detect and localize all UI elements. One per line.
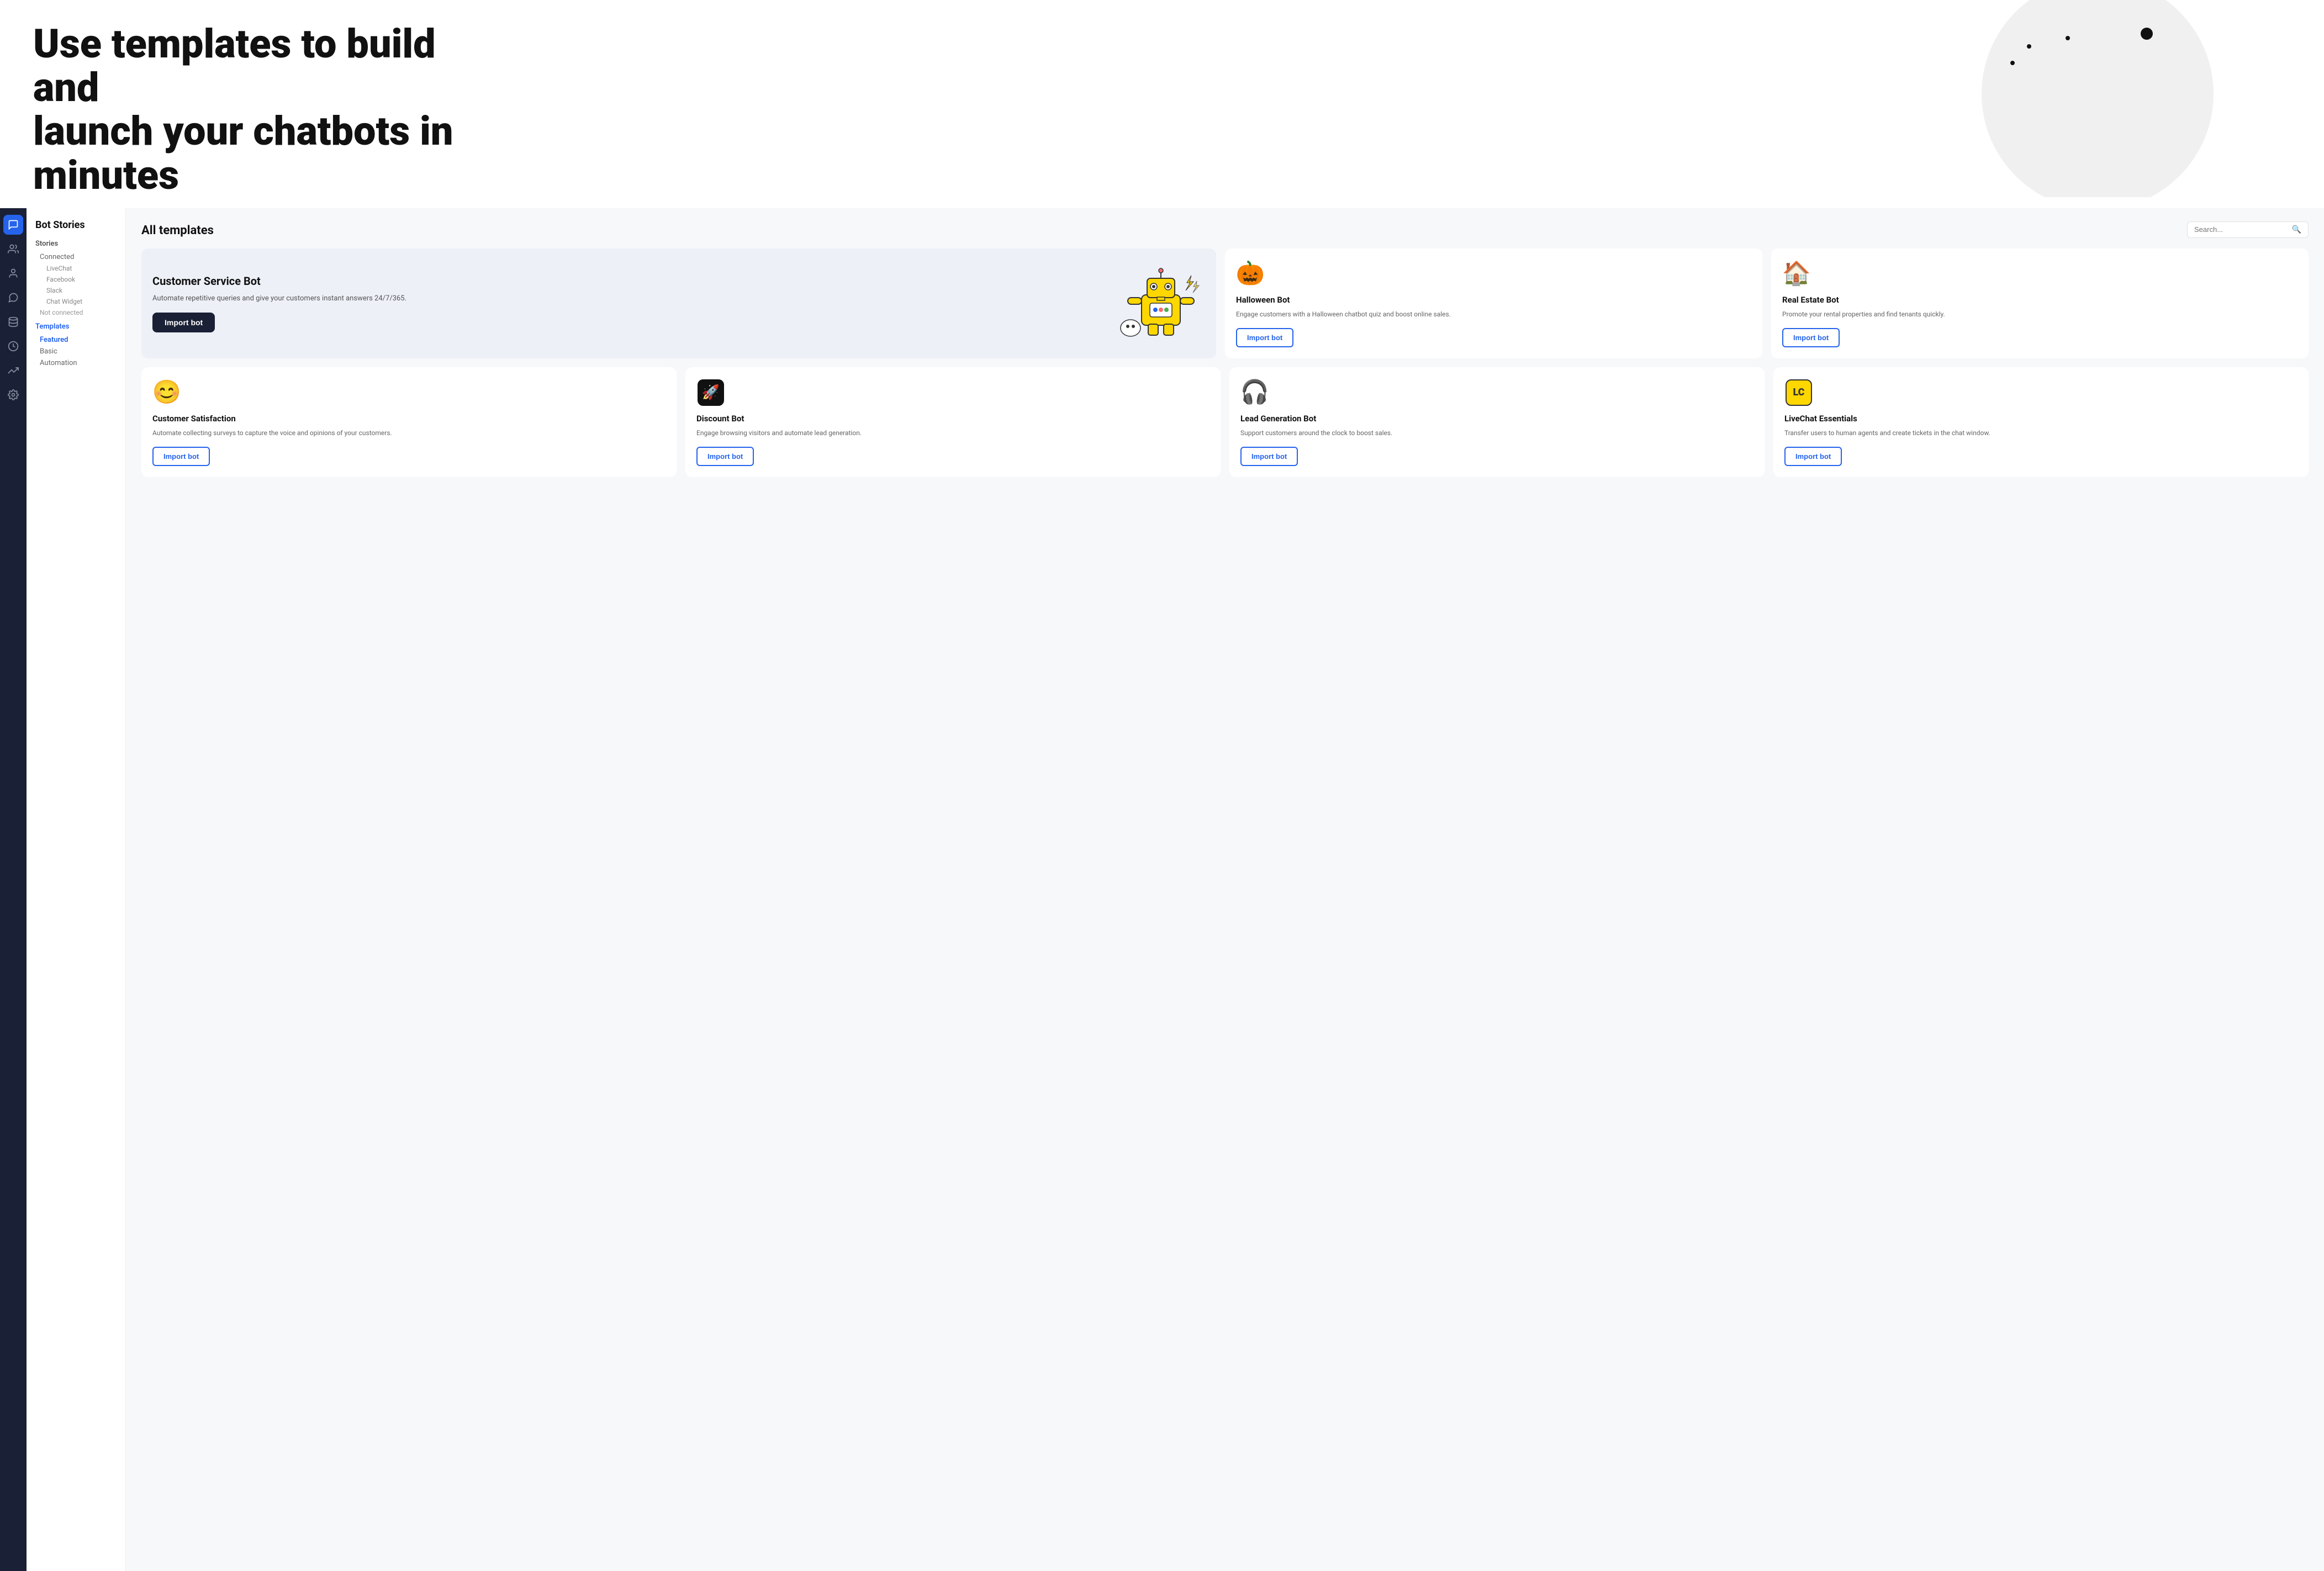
robot-svg [1119, 267, 1202, 339]
livechat-icon: LC [1784, 378, 1813, 407]
nav-settings[interactable] [3, 385, 23, 405]
hero-section: Use templates to build and launch your c… [0, 0, 2324, 197]
discount-import-button[interactable]: Import bot [696, 447, 754, 466]
discount-card: 🚀 Discount Bot Engage browsing visitors … [685, 367, 1221, 477]
satisfaction-import-button[interactable]: Import bot [152, 447, 210, 466]
nav-database[interactable] [3, 312, 23, 332]
menu-connected[interactable]: Connected [35, 251, 117, 263]
dot-decoration [2141, 28, 2153, 40]
menu-chat-widget[interactable]: Chat Widget [35, 296, 117, 307]
menu-facebook[interactable]: Facebook [35, 274, 117, 285]
realestate-icon: 🏠 [1782, 260, 1811, 288]
halloween-card: 🎃 Halloween Bot Engage customers with a … [1225, 248, 1762, 358]
featured-card-content: Customer Service Bot Automate repetitive… [152, 274, 1117, 333]
halloween-import-button[interactable]: Import bot [1236, 328, 1293, 347]
stories-section: Stories Connected LiveChat Facebook Slac… [27, 240, 125, 318]
search-input[interactable] [2194, 225, 2292, 234]
featured-import-button[interactable]: Import bot [152, 313, 215, 332]
halloween-icon: 🎃 [1236, 260, 1265, 288]
template-grid-row2: 😊 Customer Satisfaction Automate collect… [141, 367, 2309, 477]
leadgen-title: Lead Generation Bot [1240, 414, 1753, 424]
stories-label: Stories [35, 240, 117, 248]
menu-livechat[interactable]: LiveChat [35, 263, 117, 274]
discount-icon: 🚀 [696, 378, 725, 407]
nav-messages[interactable] [3, 288, 23, 308]
dot-decoration [2066, 36, 2070, 40]
search-icon: 🔍 [2292, 225, 2301, 234]
menu-basic[interactable]: Basic [35, 346, 117, 357]
satisfaction-title: Customer Satisfaction [152, 414, 665, 424]
leadgen-card: 🎧 Lead Generation Bot Support customers … [1229, 367, 1765, 477]
menu-featured[interactable]: Featured [35, 334, 117, 346]
satisfaction-card: 😊 Customer Satisfaction Automate collect… [141, 367, 677, 477]
hero-bg-circle [1982, 0, 2214, 197]
livechat-desc: Transfer users to human agents and creat… [1784, 428, 2297, 438]
side-menu: Bot Stories Stories Connected LiveChat F… [27, 208, 126, 1571]
search-bar: 🔍 [2187, 221, 2309, 238]
nav-clock[interactable] [3, 336, 23, 356]
discount-desc: Engage browsing visitors and automate le… [696, 428, 1209, 438]
realestate-title: Real Estate Bot [1782, 295, 2297, 305]
realestate-import-button[interactable]: Import bot [1782, 328, 1840, 347]
dot-decoration [2010, 61, 2015, 65]
livechat-card: LC LiveChat Essentials Transfer users to… [1773, 367, 2309, 477]
livechat-import-button[interactable]: Import bot [1784, 447, 1842, 466]
featured-card-title: Customer Service Bot [152, 274, 1117, 288]
halloween-title: Halloween Bot [1236, 295, 1751, 305]
satisfaction-icon: 😊 [152, 378, 181, 407]
section-title: All templates [141, 224, 2309, 237]
featured-card: Customer Service Bot Automate repetitive… [141, 248, 1216, 358]
sidebar-nav [0, 208, 27, 1571]
halloween-desc: Engage customers with a Halloween chatbo… [1236, 309, 1751, 319]
menu-automation[interactable]: Automation [35, 357, 117, 369]
nav-analytics[interactable] [3, 361, 23, 380]
livechat-title: LiveChat Essentials [1784, 414, 2297, 424]
leadgen-desc: Support customers around the clock to bo… [1240, 428, 1753, 438]
menu-not-connected: Not connected [35, 307, 117, 318]
realestate-desc: Promote your rental properties and find … [1782, 309, 2297, 319]
menu-slack[interactable]: Slack [35, 285, 117, 296]
templates-label: Templates [35, 322, 117, 331]
leadgen-icon: 🎧 [1240, 378, 1269, 407]
featured-card-image [1117, 267, 1205, 339]
featured-card-desc: Automate repetitive queries and give you… [152, 293, 1117, 304]
nav-contacts[interactable] [3, 263, 23, 283]
templates-section: Templates Featured Basic Automation [27, 322, 125, 369]
main-layout: Bot Stories Stories Connected LiveChat F… [0, 208, 2324, 1571]
nav-chat[interactable] [3, 215, 23, 235]
content-area: 🔍 All templates Customer Service Bot Aut… [126, 208, 2324, 1571]
nav-users[interactable] [3, 239, 23, 259]
hero-title: Use templates to build and launch your c… [33, 22, 475, 197]
realestate-card: 🏠 Real Estate Bot Promote your rental pr… [1771, 248, 2309, 358]
satisfaction-desc: Automate collecting surveys to capture t… [152, 428, 665, 438]
dot-decoration [2027, 44, 2031, 49]
template-grid-row1: Customer Service Bot Automate repetitive… [141, 248, 2309, 358]
leadgen-import-button[interactable]: Import bot [1240, 447, 1298, 466]
discount-title: Discount Bot [696, 414, 1209, 424]
side-menu-title: Bot Stories [27, 219, 125, 240]
